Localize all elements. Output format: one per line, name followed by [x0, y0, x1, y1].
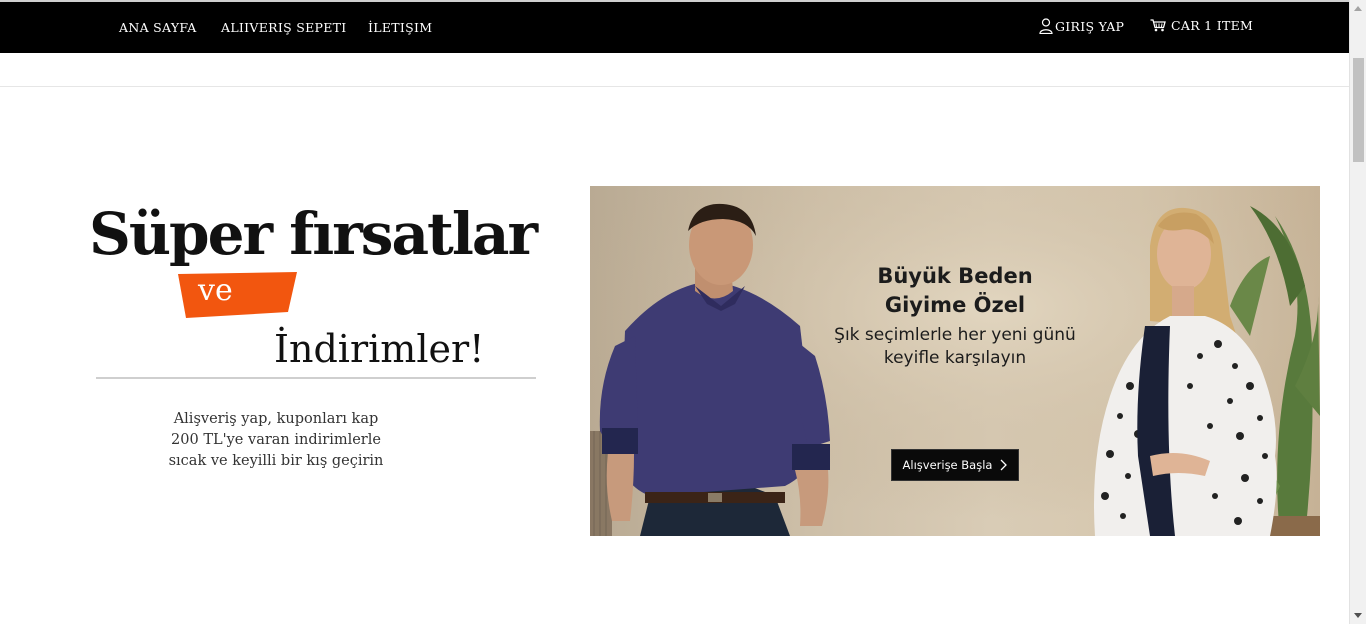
shopping-cart-icon [1150, 19, 1166, 32]
banner-text-line: Şık seçimlerle her yeni günü [834, 325, 1076, 345]
nav-cart-items-label: CAR 1 ITEM [1171, 18, 1254, 33]
hero-description-line: sıcak ve keyilli bir kış geçirin [168, 453, 384, 469]
hero-description: Alişveriş yap, kuponları kap 200 TL'ye v… [140, 409, 412, 472]
hero-divider [96, 377, 536, 379]
chevron-right-icon [1001, 459, 1008, 471]
scrollbar-thumb[interactable] [1353, 58, 1364, 162]
banner-text: Şık seçimlerle her yeni günü keyifle kar… [815, 324, 1095, 370]
hero-title: Süper fırsatlar [89, 200, 538, 268]
hero-connector: ve [198, 273, 233, 308]
hero-subtitle: İndirimler! [274, 327, 485, 371]
nav-login-label: GIRIŞ YAP [1055, 18, 1125, 34]
banner-title: Büyük Beden Giyime Özel [850, 262, 1060, 320]
start-shopping-label: Alışverişe Başla [902, 458, 993, 472]
nav-shopping-cart-link[interactable]: ALIIVERIŞ SEPETI [221, 20, 347, 35]
nav-contact-link[interactable]: İLETIŞIM [368, 20, 432, 35]
scroll-up-arrow-icon[interactable] [1354, 6, 1362, 11]
vertical-scrollbar[interactable] [1349, 0, 1366, 624]
ve-accent-shape [178, 272, 297, 318]
nav-login-link[interactable]: GIRIŞ YAP [1039, 18, 1124, 34]
nav-cart-items-link[interactable]: CAR 1 ITEM [1150, 18, 1253, 33]
secondary-bar [0, 53, 1349, 87]
promo-banner[interactable]: Büyük Beden Giyime Özel Şık seçimlerle h… [590, 186, 1320, 536]
top-navbar: ANA SAYFA ALIIVERIŞ SEPETI İLETIŞIM GIRI… [0, 2, 1349, 53]
start-shopping-button[interactable]: Alışverişe Başla [891, 449, 1019, 481]
banner-text-line: keyifle karşılayın [883, 348, 1027, 368]
user-icon [1039, 18, 1053, 34]
nav-home-link[interactable]: ANA SAYFA [119, 20, 197, 35]
banner-title-line: Büyük Beden [877, 264, 1033, 288]
banner-title-line: Giyime Özel [884, 293, 1026, 317]
scroll-down-arrow-icon[interactable] [1354, 613, 1362, 618]
hero-description-line: 200 TL'ye varan indirimlerle [171, 432, 381, 448]
browser-viewport: ANA SAYFA ALIIVERIŞ SEPETI İLETIŞIM GIRI… [0, 0, 1366, 624]
hero-description-line: Alişveriş yap, kuponları kap [173, 411, 379, 427]
